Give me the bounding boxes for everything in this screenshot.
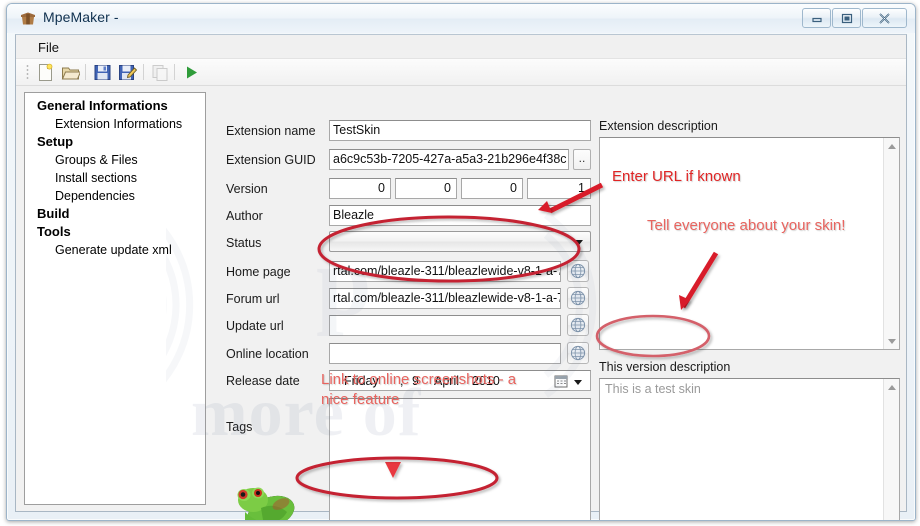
version-label: Version [226,182,268,196]
toolbar [16,59,906,86]
client-area: File General Informations Extension Info… [15,34,907,520]
tree-label: Build [37,206,70,221]
navigation-tree[interactable]: General Informations Extension Informati… [24,92,206,505]
globe-icon-update-url[interactable] [567,314,589,336]
home-page-label: Home page [226,265,291,279]
scroll-up-icon[interactable] [884,138,899,154]
date-day: 9 [412,374,419,388]
toolbar-separator [85,64,86,80]
copy-icon [151,63,170,82]
globe-icon-forum-url[interactable] [567,287,589,309]
online-location-input[interactable] [329,343,561,364]
run-icon[interactable] [182,63,201,82]
forum-url-label: Forum url [226,292,280,306]
toolbar-separator-2 [143,64,144,80]
save-icon[interactable] [93,63,112,82]
tree-list: General Informations Extension Informati… [25,97,205,259]
tree-label: Tools [37,224,71,239]
description-panels: Extension description This version descr… [599,92,900,520]
scroll-up-icon-2[interactable] [884,379,899,395]
globe-icon-online-location[interactable] [567,342,589,364]
tags-label: Tags [226,420,253,434]
date-weekday: Friday [344,374,379,388]
toolbar-grip[interactable] [26,64,29,81]
application-window: MpeMaker - File General Informations Ext… [6,3,916,521]
extension-description-textarea[interactable] [599,137,900,350]
forum-url-input[interactable]: rtal.com/bleazle-311/bleazlewide-v8-1-a-… [329,288,561,309]
tree-label-selected: Extension Informations [55,117,183,131]
tree-label: Generate update xml [55,243,172,257]
sidebar-item-dependencies[interactable]: Dependencies [25,187,205,205]
version-minor-input[interactable]: 0 [395,178,457,199]
sidebar-item-generate-update-xml[interactable]: Generate update xml [25,241,205,259]
date-comma: , [400,374,404,388]
extension-name-label: Extension name [226,124,316,138]
online-location-label: Online location [226,347,309,361]
version-description-textarea[interactable]: This is a test skin [599,378,900,520]
tree-label: Setup [37,134,74,149]
scroll-down-icon[interactable] [884,333,899,349]
generate-guid-button[interactable]: .. [573,149,591,170]
screenshot-root: MpeMaker - File General Informations Ext… [0,0,920,526]
extension-name-input[interactable]: TestSkin [329,120,591,141]
maximize-button[interactable] [832,8,861,28]
tree-label: Install sections [55,171,137,185]
open-folder-icon[interactable] [61,63,82,82]
package-icon [20,11,36,26]
version-revision-input[interactable]: 1 [527,178,591,199]
sidebar-item-install-sections[interactable]: Install sections [25,169,205,187]
author-input[interactable]: Bleazle [329,205,591,226]
close-button[interactable] [862,8,907,28]
menu-item-file[interactable]: File [32,39,65,56]
home-page-input[interactable]: rtal.com/bleazle-311/bleazlewide-v8-1-a-… [329,261,561,282]
window-controls [801,8,907,28]
title-bar[interactable]: MpeMaker - [7,4,915,33]
sidebar-item-general-informations[interactable]: General Informations [25,97,205,115]
extension-description-scrollbar[interactable] [883,138,899,349]
version-major-input[interactable]: 0 [329,178,391,199]
update-url-label: Update url [226,319,284,333]
sidebar-item-groups-files[interactable]: Groups & Files [25,151,205,169]
date-month: April [434,374,460,388]
extension-description-label: Extension description [599,119,718,133]
version-description-text: This is a test skin [605,382,701,396]
extension-guid-input[interactable]: a6c9c53b-7205-427a-a5a3-21b296e4f38c [329,149,569,170]
new-file-icon[interactable] [36,63,55,82]
version-description-label: This version description [599,360,731,374]
sidebar-item-build[interactable]: Build [25,205,205,223]
date-year: 2010 [472,374,500,388]
tree-label: Dependencies [55,189,135,203]
menu-bar: File [16,35,906,59]
save-as-icon[interactable] [118,63,138,82]
toolbar-separator-3 [174,64,175,80]
chevron-down-icon [575,240,583,245]
extension-guid-label: Extension GUID [226,153,316,167]
sidebar-item-extension-informations[interactable]: Extension Informations [25,115,205,133]
chevron-down-icon-date[interactable] [574,380,582,385]
globe-icon-home-page[interactable] [567,260,589,282]
extension-form: Extension name TestSkin Extension GUID a… [221,92,591,520]
window-title: MpeMaker - [43,9,119,25]
update-url-input[interactable] [329,315,561,336]
calendar-icon[interactable] [554,374,568,391]
sidebar-item-setup[interactable]: Setup [25,133,205,151]
tags-input[interactable] [329,398,591,520]
tree-label: Groups & Files [55,153,138,167]
frog-image [231,482,303,520]
status-label: Status [226,236,262,250]
release-date-picker[interactable]: Friday , 9 April 2010 [329,370,591,391]
tree-label: General Informations [37,98,168,113]
version-description-scrollbar[interactable] [883,379,899,520]
author-label: Author [226,209,263,223]
version-build-input[interactable]: 0 [461,178,523,199]
sidebar-item-tools[interactable]: Tools [25,223,205,241]
status-dropdown[interactable] [329,231,591,252]
minimize-button[interactable] [802,8,831,28]
release-date-label: Release date [226,374,300,388]
